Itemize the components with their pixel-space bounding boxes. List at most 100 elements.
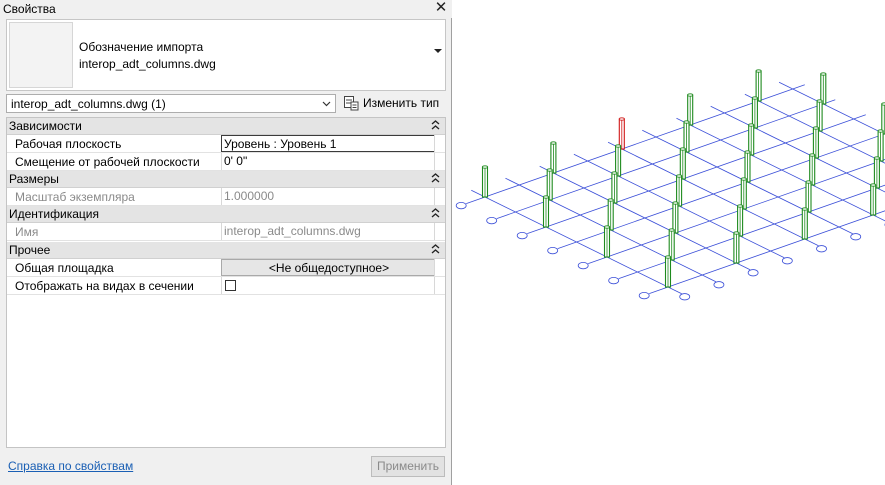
grid-line [618,184,885,279]
column-top [665,255,671,259]
row-gutter [434,223,445,240]
column-top [751,96,758,100]
property-row-offset: Смещение от рабочей плоскости 0' 0" [7,153,445,171]
instance-filter-value: interop_adt_columns.dwg (1) [11,97,166,111]
column-top [755,69,762,73]
column-top [482,165,488,169]
column-top [668,228,675,232]
column-top [546,168,553,172]
type-selector[interactable]: Обозначение импорта interop_adt_columns.… [6,19,446,91]
column-top [672,201,679,205]
edit-type-button[interactable]: Изменить тип [341,94,447,113]
column-top [805,180,812,184]
group-label: Идентификация [9,207,99,221]
grid-bubble [516,232,528,240]
property-name: Рабочая плоскость [15,137,122,151]
group-other[interactable]: Прочее [7,242,445,259]
work-plane-value[interactable]: Уровень : Уровень 1 [221,135,435,152]
row-gutter [434,153,445,170]
property-row-shared-site: Общая площадка <Не общедоступное> [7,259,445,277]
group-constraints[interactable]: Зависимости [7,118,445,135]
instance-filter-select[interactable]: interop_adt_columns.dwg (1) [6,94,336,113]
column-top [873,156,880,160]
apply-button[interactable]: Применить [371,456,445,477]
show-in-section-checkbox[interactable] [225,280,236,291]
shared-site-button[interactable]: <Не общедоступное> [221,259,435,276]
property-row-work-plane: Рабочая плоскость Уровень : Уровень 1 [7,135,445,153]
group-label: Зависимости [9,119,82,133]
grid-bubble [747,269,759,277]
grid-bubble [816,245,827,253]
collapse-icon[interactable] [431,172,440,184]
grid-bubble [455,202,467,210]
property-name: Общая площадка [15,261,114,275]
palette-title: Свойства [3,2,56,16]
property-name: Смещение от рабочей плоскости [15,155,200,169]
column-top [687,93,694,97]
column-top [604,225,610,229]
edit-type-label: Изменить тип [363,96,440,110]
group-label: Размеры [9,172,59,186]
grid-bubble [679,293,691,301]
property-row-scale: Масштаб экземпляра 1.000000 [7,188,445,206]
column-top [737,204,744,208]
column-top [543,195,549,199]
grid-bubble [547,247,559,255]
type-name-label: interop_adt_columns.dwg [79,57,216,71]
column-top [748,123,755,127]
column-top [607,198,614,202]
scale-value: 1.000000 [221,188,435,205]
column-top [870,183,877,187]
column-top [676,174,683,178]
column-top [550,141,557,145]
grid-bubble [781,257,793,265]
column-top [816,99,823,103]
property-name: Имя [15,225,39,239]
grid-bubble [850,233,862,241]
column-top [801,207,808,211]
column-top [733,231,740,235]
palette-titlebar[interactable]: Свойства ✕ [0,0,452,18]
grid-bubble [608,276,620,285]
collapse-icon[interactable] [431,207,440,219]
properties-help-link[interactable]: Справка по свойствам [8,459,133,473]
offset-value[interactable]: 0' 0" [221,153,435,170]
row-gutter [434,277,445,294]
edit-type-icon [344,96,359,111]
3d-viewport[interactable] [453,0,885,485]
row-gutter [434,188,445,205]
grid-bubble [713,281,725,289]
grid-bubble [486,217,498,225]
column-top [812,126,819,130]
grid-bubble [577,261,589,270]
group-label: Прочее [9,243,51,257]
close-icon[interactable]: ✕ [434,0,448,16]
collapse-icon[interactable] [431,119,440,131]
type-thumbnail [9,22,73,88]
type-family-label: Обозначение импорта [79,40,204,54]
property-name: Масштаб экземпляра [15,190,135,204]
property-name: Отображать на видах в сечении [15,279,194,293]
properties-palette: Свойства ✕ Обозначение импорта interop_a… [0,0,452,485]
column-top [679,147,686,151]
group-identity[interactable]: Идентификация [7,206,445,223]
column-top [877,129,884,133]
dropdown-arrow-icon[interactable] [434,49,442,53]
property-row-show-in-section: Отображать на видах в сечении [7,277,445,295]
column-top [615,144,622,148]
column-top [683,120,690,124]
column-top [611,171,618,175]
grid-bubble [638,291,650,300]
column-top [740,177,747,181]
isometric-column-grid [455,69,885,301]
row-gutter [434,259,445,276]
show-in-section-cell [221,277,435,294]
collapse-icon[interactable] [431,243,440,255]
group-dimensions[interactable]: Размеры [7,171,445,188]
column-top [820,72,827,76]
row-gutter [434,135,445,152]
properties-grid: Зависимости Рабочая плоскость Уровень : … [6,117,446,448]
column-top [809,153,816,157]
name-value: interop_adt_columns.dwg [221,223,435,240]
column-top [744,150,751,154]
